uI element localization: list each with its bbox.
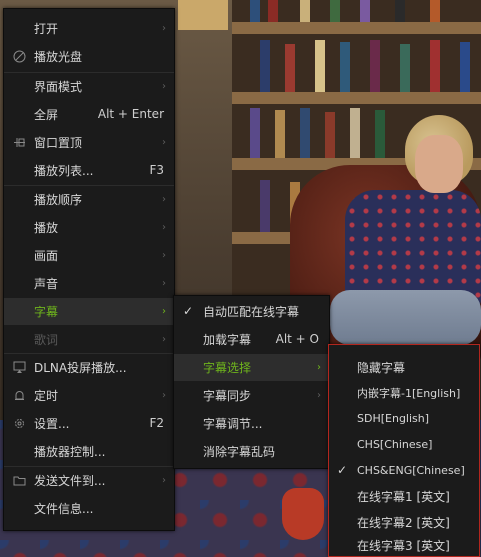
menu-item-label: 界面模式 — [34, 79, 83, 94]
menu-item-label: 播放列表... — [34, 163, 94, 178]
menu-item-label: 发送文件到... — [34, 473, 106, 488]
menu-item-label: 声音 — [34, 276, 59, 291]
menu-item-label: DLNA投屏播放... — [34, 360, 127, 375]
menu-item-label: 字幕调节... — [203, 416, 263, 431]
subtitle-select-submenu: 隐藏字幕 内嵌字幕-1[English] SDH[English] CHS[Ch… — [328, 344, 480, 557]
menu-item-fullscreen[interactable]: 全屏 Alt + Enter — [4, 101, 174, 127]
chevron-right-icon: › — [162, 249, 166, 261]
menu-item-hide-subtitles[interactable]: 隐藏字幕 — [329, 354, 479, 380]
menu-item-chs-chinese[interactable]: CHS[Chinese] — [329, 431, 479, 457]
menu-item-online-subtitle-2[interactable]: 在线字幕2 [英文] — [329, 509, 479, 535]
menu-item-label: 消除字幕乱码 — [203, 444, 276, 459]
menu-item-load-subtitle[interactable]: 加载字幕 Alt + O — [174, 326, 329, 352]
menu-item-label: 在线字幕3 [英文] — [357, 539, 450, 553]
chevron-right-icon: › — [317, 362, 321, 373]
menu-item-label: 加载字幕 — [203, 332, 252, 347]
menu-item-fix-garbled-subtitles[interactable]: 消除字幕乱码 — [174, 438, 329, 464]
menu-item-label: 字幕 — [34, 305, 59, 319]
chevron-right-icon: › — [162, 333, 166, 345]
checkmark-icon: ✓ — [337, 463, 348, 477]
menu-item-label: 播放 — [34, 220, 59, 235]
menu-item-label: 在线字幕2 [英文] — [357, 515, 450, 530]
checkmark-icon: ✓ — [183, 304, 194, 318]
cast-icon — [13, 361, 26, 374]
menu-item-online-subtitle-1[interactable]: 在线字幕1 [英文] — [329, 483, 479, 509]
chevron-right-icon: › — [162, 474, 166, 486]
menu-item-label: 播放光盘 — [34, 49, 83, 64]
menu-item-playlist[interactable]: 播放列表... F3 — [4, 157, 174, 183]
menu-item-label: 播放器控制... — [34, 444, 106, 459]
menu-item-label: SDH[English] — [357, 411, 430, 425]
chevron-right-icon: › — [162, 389, 166, 401]
menu-item-label: 字幕同步 — [203, 388, 252, 403]
menu-item-label: 窗口置顶 — [34, 135, 83, 150]
gear-icon — [13, 417, 26, 430]
menu-item-settings[interactable]: 设置... F2 — [4, 410, 174, 436]
chevron-right-icon: › — [317, 389, 321, 401]
menu-item-label: 打开 — [34, 21, 59, 36]
menu-item-label: 定时 — [34, 388, 59, 403]
chevron-right-icon: › — [162, 136, 166, 148]
shortcut-text: F2 — [149, 416, 164, 430]
menu-item-embedded-subtitle-1[interactable]: 内嵌字幕-1[English] — [329, 380, 479, 406]
menu-item-subtitles[interactable]: 字幕 › — [4, 298, 174, 325]
menu-item-always-on-top[interactable]: 窗口置顶 › — [4, 129, 174, 155]
bell-icon — [13, 389, 26, 402]
menu-item-label: 歌词 — [34, 332, 59, 347]
menu-item-label: 全屏 — [34, 107, 59, 122]
pin-icon — [13, 136, 26, 149]
menu-item-subtitle-adjust[interactable]: 字幕调节... — [174, 410, 329, 436]
chevron-right-icon: › — [162, 193, 166, 205]
menu-item-playback[interactable]: 播放 › — [4, 214, 174, 240]
subtitle-submenu: ✓ 自动匹配在线字幕 加载字幕 Alt + O 字幕选择 › 字幕同步 › 字幕… — [173, 295, 330, 469]
menu-item-label: 设置... — [34, 416, 70, 431]
menu-item-dlna-cast[interactable]: DLNA投屏播放... — [4, 354, 174, 380]
chevron-right-icon: › — [162, 277, 166, 289]
menu-item-file-info[interactable]: 文件信息... — [4, 495, 174, 521]
menu-item-label: 文件信息... — [34, 501, 94, 516]
shortcut-text: Alt + Enter — [97, 107, 164, 121]
shortcut-text: Alt + O — [275, 332, 319, 346]
chevron-right-icon: › — [162, 80, 166, 92]
chevron-right-icon: › — [162, 22, 166, 34]
menu-item-label: 画面 — [34, 248, 59, 263]
menu-item-interface-mode[interactable]: 界面模式 › — [4, 73, 174, 99]
menu-item-label: 在线字幕1 [英文] — [357, 489, 450, 504]
main-context-menu: 打开 › 播放光盘 界面模式 › 全屏 Alt + Enter 窗口置顶 › 播… — [3, 8, 175, 531]
menu-item-player-control[interactable]: 播放器控制... — [4, 438, 174, 464]
menu-item-lyrics[interactable]: 歌词 › — [4, 326, 174, 352]
menu-item-label: 自动匹配在线字幕 — [203, 304, 300, 319]
menu-item-play-order[interactable]: 播放顺序 › — [4, 186, 174, 212]
menu-item-label: 播放顺序 — [34, 192, 83, 207]
menu-item-play-disc[interactable]: 播放光盘 — [4, 43, 174, 69]
menu-item-timer[interactable]: 定时 › — [4, 382, 174, 408]
menu-item-audio[interactable]: 声音 › — [4, 270, 174, 296]
menu-item-video[interactable]: 画面 › — [4, 242, 174, 268]
shortcut-text: F3 — [149, 163, 164, 177]
menu-item-sdh-english[interactable]: SDH[English] — [329, 405, 479, 431]
menu-item-subtitle-select[interactable]: 字幕选择 › — [174, 354, 329, 381]
menu-item-send-file[interactable]: 发送文件到... › — [4, 467, 174, 493]
menu-item-label: CHS&ENG[Chinese] — [357, 463, 465, 477]
menu-item-open[interactable]: 打开 › — [4, 15, 174, 41]
menu-item-label: CHS[Chinese] — [357, 437, 433, 451]
menu-item-label: 隐藏字幕 — [357, 360, 406, 375]
menu-item-chs-eng-chinese[interactable]: ✓ CHS&ENG[Chinese] — [329, 457, 479, 483]
menu-item-auto-match-online-subtitles[interactable]: ✓ 自动匹配在线字幕 — [174, 298, 329, 324]
menu-item-online-subtitle-3[interactable]: 在线字幕3 [英文] — [329, 535, 479, 556]
menu-item-subtitle-sync[interactable]: 字幕同步 › — [174, 382, 329, 408]
chevron-right-icon: › — [162, 221, 166, 233]
menu-item-label: 内嵌字幕-1[English] — [357, 387, 461, 400]
folder-icon — [13, 474, 26, 487]
menu-item-label: 字幕选择 — [203, 361, 252, 375]
disc-icon — [13, 50, 26, 63]
chevron-right-icon: › — [162, 306, 166, 317]
